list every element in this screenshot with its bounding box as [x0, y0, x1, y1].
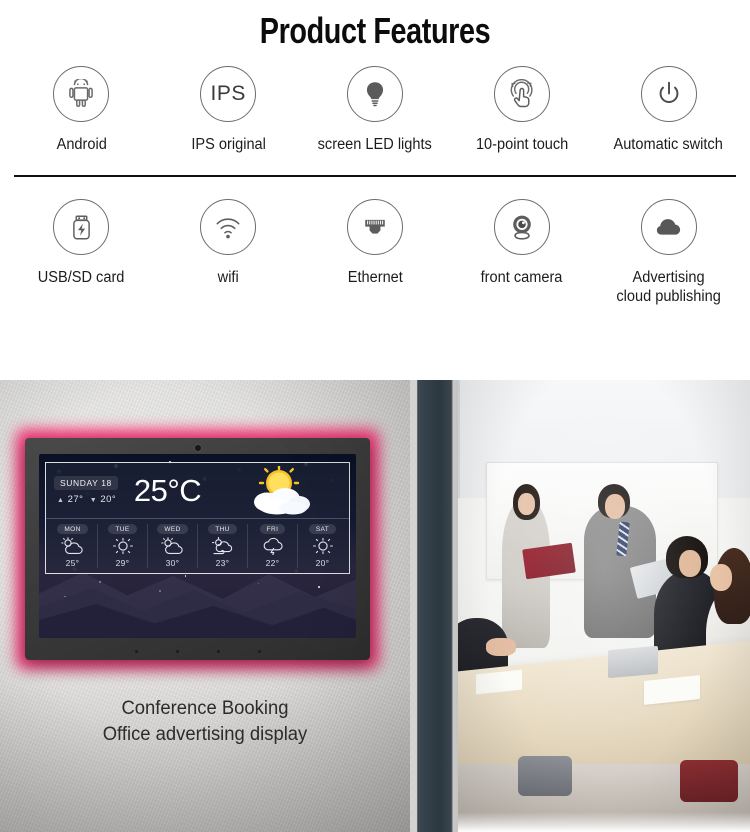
bottom-fade [458, 812, 750, 832]
feature-touch[interactable]: 10-point touch [448, 66, 595, 155]
feature-label: Automatic switch [613, 136, 724, 153]
feature-label: Advertising cloud publishing [616, 269, 721, 306]
wall-display-photo: SUNDAY 18 ▲ 27° ▼ 20° 25°C [0, 380, 410, 832]
webcam-icon [512, 215, 531, 241]
wifi-icon-circle [200, 199, 257, 256]
feature-label: 10-point touch [475, 136, 568, 153]
showcase-caption: Conference Booking Office advertising di… [102, 698, 308, 746]
feature-label: screen LED lights [317, 136, 433, 153]
cloud-icon-circle [640, 199, 697, 256]
feature-auto-switch[interactable]: Automatic switch [595, 66, 742, 155]
room-vignette [458, 380, 750, 832]
product-features-page: Product Features Android IPS IPS origina… [0, 0, 750, 832]
feature-label: Ethernet [347, 269, 403, 287]
webcam-icon-circle [493, 199, 550, 256]
usb-drive-icon-circle [53, 199, 110, 256]
feature-grid: Android IPS IPS original screen LED ligh… [0, 52, 750, 307]
feature-row-1: Android IPS IPS original screen LED ligh… [8, 66, 742, 155]
wall-vignette [0, 380, 410, 832]
feature-label: USB/SD card [38, 269, 125, 287]
cloud-icon [656, 219, 681, 235]
feature-usb-sd[interactable]: USB/SD card [8, 199, 155, 288]
power-icon-circle [640, 66, 697, 122]
ethernet-port-icon [365, 220, 385, 235]
page-title: Product Features [259, 10, 491, 51]
power-icon [659, 81, 678, 103]
feature-cloud-publishing[interactable]: Advertising cloud publishing [595, 199, 742, 307]
meeting-room-photo [458, 380, 750, 832]
feature-ips[interactable]: IPS IPS original [155, 66, 302, 155]
feature-ethernet[interactable]: Ethernet [302, 199, 449, 288]
feature-android[interactable]: Android [8, 66, 155, 155]
feature-row-2: USB/SD card wifi Ethernet front camera A… [8, 199, 742, 307]
wall-pillar [410, 380, 458, 832]
section-divider [14, 174, 736, 178]
ips-icon-circle: IPS [200, 66, 257, 122]
feature-label: front camera [480, 269, 563, 287]
usb-drive-icon [73, 215, 90, 240]
lightbulb-icon-circle [346, 66, 403, 122]
feature-front-camera[interactable]: front camera [448, 199, 595, 288]
feature-label: Android [56, 136, 107, 153]
lightbulb-icon [366, 82, 384, 107]
touch-gesture-icon [510, 78, 533, 107]
feature-label: wifi [217, 269, 239, 287]
wifi-icon [216, 218, 240, 239]
feature-wifi[interactable]: wifi [155, 199, 302, 288]
feature-led[interactable]: screen LED lights [302, 66, 449, 155]
android-icon [69, 79, 94, 107]
ethernet-port-icon-circle [346, 199, 403, 256]
showcase-photos: SUNDAY 18 ▲ 27° ▼ 20° 25°C [0, 380, 750, 832]
feature-label: IPS original [190, 136, 266, 153]
touch-gesture-icon-circle [493, 66, 550, 122]
ips-icon: IPS [210, 82, 246, 105]
android-icon-circle [53, 66, 110, 122]
